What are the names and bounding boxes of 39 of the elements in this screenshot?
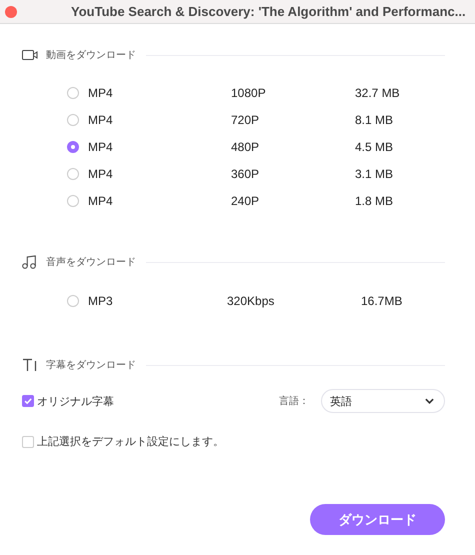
- quality-label: 360P: [231, 166, 260, 180]
- checkbox[interactable]: [22, 395, 34, 407]
- format-label: MP3: [88, 294, 114, 308]
- checkbox-label: 上記選択をデフォルト設定にします。: [37, 434, 224, 449]
- quality-label: 480P: [231, 140, 260, 154]
- format-label: MP4: [88, 112, 114, 126]
- quality-label: 720P: [231, 112, 260, 126]
- language-label: 言語：: [279, 394, 309, 408]
- section-heading: 音声をダウンロード: [46, 256, 136, 269]
- size-label: 8.1 MB: [355, 112, 394, 126]
- chevron-down-icon: [425, 398, 434, 404]
- section-heading: 動画をダウンロード: [46, 49, 136, 62]
- radio-button[interactable]: [67, 294, 79, 306]
- window-title: YouTube Search & Discovery: 'The Algorithm' and Performanc...: [71, 4, 466, 19]
- radio-button[interactable]: [67, 86, 79, 98]
- size-label: 1.8 MB: [355, 194, 394, 208]
- format-label: MP4: [88, 140, 114, 154]
- radio-button[interactable]: [67, 168, 79, 180]
- section-heading: 字幕をダウンロード: [46, 358, 136, 372]
- language-dropdown[interactable]: 英語: [321, 389, 445, 413]
- text-cursor-icon: [22, 358, 38, 372]
- size-label: 32.7 MB: [355, 86, 400, 100]
- close-button[interactable]: [5, 6, 17, 18]
- size-label: 3.1 MB: [355, 166, 394, 180]
- size-label: 16.7MB: [361, 294, 402, 308]
- format-label: MP4: [88, 86, 114, 100]
- checkbox[interactable]: [22, 436, 34, 448]
- checkbox-label: オリジナル字幕: [37, 394, 114, 408]
- video-camera-icon: [22, 49, 38, 61]
- radio-button[interactable]: [67, 194, 79, 206]
- format-label: MP4: [88, 166, 114, 180]
- quality-label: 240P: [231, 194, 260, 208]
- radio-button[interactable]: [67, 140, 79, 152]
- size-label: 4.5 MB: [355, 140, 394, 154]
- format-label: MP4: [88, 194, 114, 208]
- quality-label: 320Kbps: [227, 294, 276, 308]
- quality-label: 1080P: [231, 86, 267, 100]
- music-note-icon: [22, 255, 38, 269]
- radio-button[interactable]: [67, 114, 79, 126]
